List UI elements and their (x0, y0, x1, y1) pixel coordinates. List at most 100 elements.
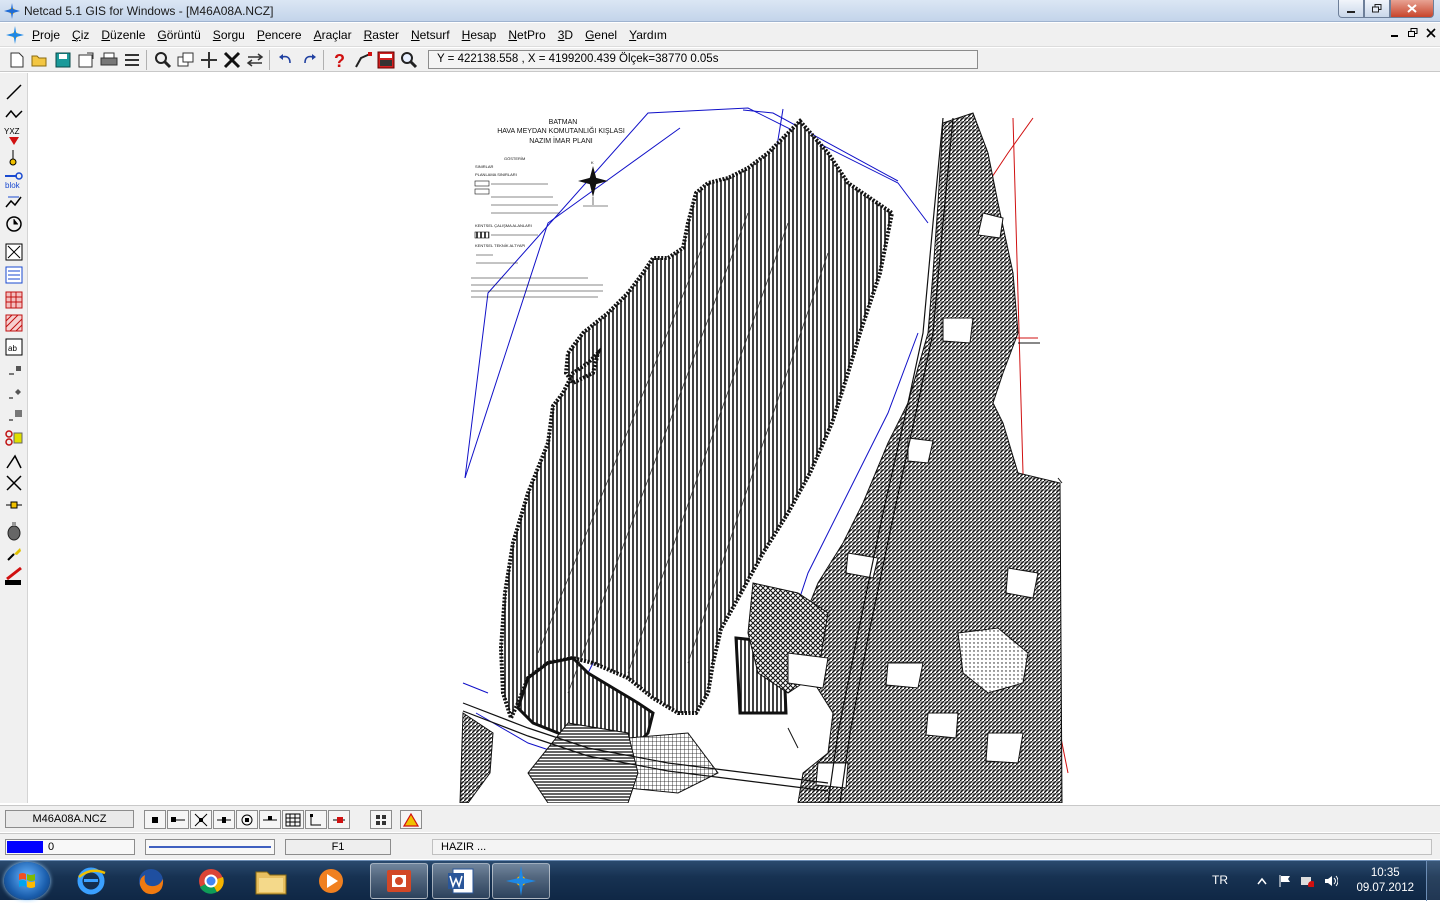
snap-corner-button[interactable] (3, 360, 25, 382)
grid-hatch-button[interactable] (3, 289, 25, 311)
paint-tool-button[interactable] (3, 543, 25, 565)
menu-pencere[interactable]: Pencere (257, 23, 310, 47)
menu-3d[interactable]: 3D (558, 23, 581, 47)
circle-tool-button[interactable] (3, 213, 25, 235)
drawing-canvas[interactable]: BATMAN HAVA MEYDAN KOMUTANLIĞI KIŞLASI N… (28, 73, 1440, 804)
snap-intersection-button[interactable] (190, 810, 212, 829)
action-center-flag-icon[interactable] (1278, 875, 1292, 887)
function-key-indicator[interactable]: F1 (285, 839, 391, 855)
taskbar-firefox[interactable] (122, 863, 180, 899)
yxz-point-button[interactable]: YXZ (3, 125, 25, 147)
zoom-window-button[interactable] (152, 50, 173, 70)
snap-midpoint-button[interactable] (213, 810, 235, 829)
polyline-tool-button[interactable] (352, 50, 373, 70)
undo-button[interactable] (275, 50, 296, 70)
show-desktop-button[interactable] (1426, 861, 1440, 901)
menu-ciz[interactable]: Çiz (72, 23, 97, 47)
taskbar-explorer[interactable] (242, 863, 300, 899)
new-file-button[interactable] (6, 50, 27, 70)
calculator-button[interactable] (375, 50, 396, 70)
print-button[interactable] (98, 50, 119, 70)
measure-area-button[interactable] (3, 241, 25, 263)
swap-button[interactable] (244, 50, 265, 70)
netcad-menu-logo-icon[interactable] (6, 26, 24, 44)
doc-minimize-icon[interactable] (1390, 28, 1400, 38)
triangle-tool-button[interactable] (400, 810, 422, 829)
snap-line-end-button[interactable] (167, 810, 189, 829)
measure-box-icon (5, 243, 23, 261)
taskbar-media-player[interactable] (302, 863, 360, 899)
show-hidden-icons-icon[interactable] (1255, 875, 1269, 887)
grid-toggle-button[interactable] (282, 810, 304, 829)
snap-node-button[interactable] (3, 382, 25, 404)
menu-hesap[interactable]: Hesap (462, 23, 505, 47)
netcad-taskbar-icon (506, 866, 536, 896)
delete-button[interactable] (221, 50, 242, 70)
menu-proje[interactable]: Proje (32, 23, 68, 47)
menu-duzenle[interactable]: Düzenle (101, 23, 153, 47)
polyline-draw-button[interactable] (3, 103, 25, 125)
snap-end-button[interactable] (3, 404, 25, 426)
line-tool-button[interactable] (3, 81, 25, 103)
doc-restore-icon[interactable] (1408, 28, 1418, 38)
pan-button[interactable] (198, 50, 219, 70)
text-tool-button[interactable]: ab (3, 336, 25, 358)
open-file-button[interactable] (29, 50, 50, 70)
snap-center-button[interactable] (236, 810, 258, 829)
language-indicator[interactable]: TR (1212, 873, 1228, 887)
search-button[interactable] (398, 50, 419, 70)
menu-netsurf[interactable]: Netsurf (411, 23, 458, 47)
clock[interactable]: 10:35 09.07.2012 (1356, 866, 1414, 896)
intersect-button[interactable] (3, 472, 25, 494)
layout-grid-button[interactable] (370, 810, 392, 829)
erase-tool-button[interactable] (3, 565, 25, 587)
menu-bar: Proje Çiz Düzenle Görüntü Sorgu Pencere … (0, 23, 1440, 47)
menu-raster[interactable]: Raster (364, 23, 407, 47)
intersection-icon (194, 813, 208, 826)
taskbar-presentation-app[interactable] (370, 863, 428, 899)
doc-close-icon[interactable] (1426, 28, 1436, 38)
split-line-icon (6, 501, 22, 509)
network-warning-icon[interactable] (1300, 875, 1314, 887)
scissors-tool-button[interactable] (3, 427, 25, 449)
menu-araclar[interactable]: Araçlar (314, 23, 360, 47)
help-button[interactable]: ? (329, 50, 350, 70)
menu-sorgu[interactable]: Sorgu (213, 23, 253, 47)
snap-off-button[interactable] (328, 810, 350, 829)
help-question-icon: ? (334, 51, 345, 69)
taskbar-netcad[interactable] (492, 863, 550, 899)
split-line-button[interactable] (3, 494, 25, 516)
maximize-button[interactable] (1364, 0, 1390, 18)
presentation-app-icon (387, 870, 411, 892)
orthogonal-button[interactable] (305, 810, 327, 829)
volume-icon[interactable] (1324, 875, 1338, 887)
start-button[interactable] (4, 862, 50, 900)
angle-line-button[interactable] (3, 450, 25, 472)
menu-netpro[interactable]: NetPro (508, 23, 553, 47)
save-button[interactable] (52, 50, 73, 70)
text-list-button[interactable] (3, 264, 25, 286)
window-view-button[interactable] (175, 50, 196, 70)
save-as-button[interactable] (75, 50, 96, 70)
layers-button[interactable] (121, 50, 142, 70)
menu-goruntu[interactable]: Görüntü (157, 23, 208, 47)
snap-point-button[interactable] (144, 810, 166, 829)
snap-perpendicular-button[interactable] (259, 810, 281, 829)
block-insert-button[interactable]: blok (3, 169, 25, 191)
close-button[interactable] (1390, 0, 1434, 18)
clock-time: 10:35 (1370, 867, 1400, 879)
current-file-tab[interactable]: M46A08A.NCZ (5, 810, 134, 828)
list-icon (124, 54, 139, 66)
menu-yardim[interactable]: Yardım (629, 23, 675, 47)
taskbar-word[interactable] (432, 863, 490, 899)
taskbar-chrome[interactable] (182, 863, 240, 899)
hatch-fill-button[interactable] (3, 312, 25, 334)
menu-genel[interactable]: Genel (585, 23, 625, 47)
taskbar-internet-explorer[interactable] (62, 863, 120, 899)
speed-slider[interactable] (145, 839, 275, 855)
profile-tool-button[interactable] (3, 191, 25, 213)
redo-button[interactable] (298, 50, 319, 70)
minimize-button[interactable] (1338, 0, 1364, 18)
point-pick-button[interactable] (3, 147, 25, 169)
grenade-tool-button[interactable] (3, 520, 25, 542)
